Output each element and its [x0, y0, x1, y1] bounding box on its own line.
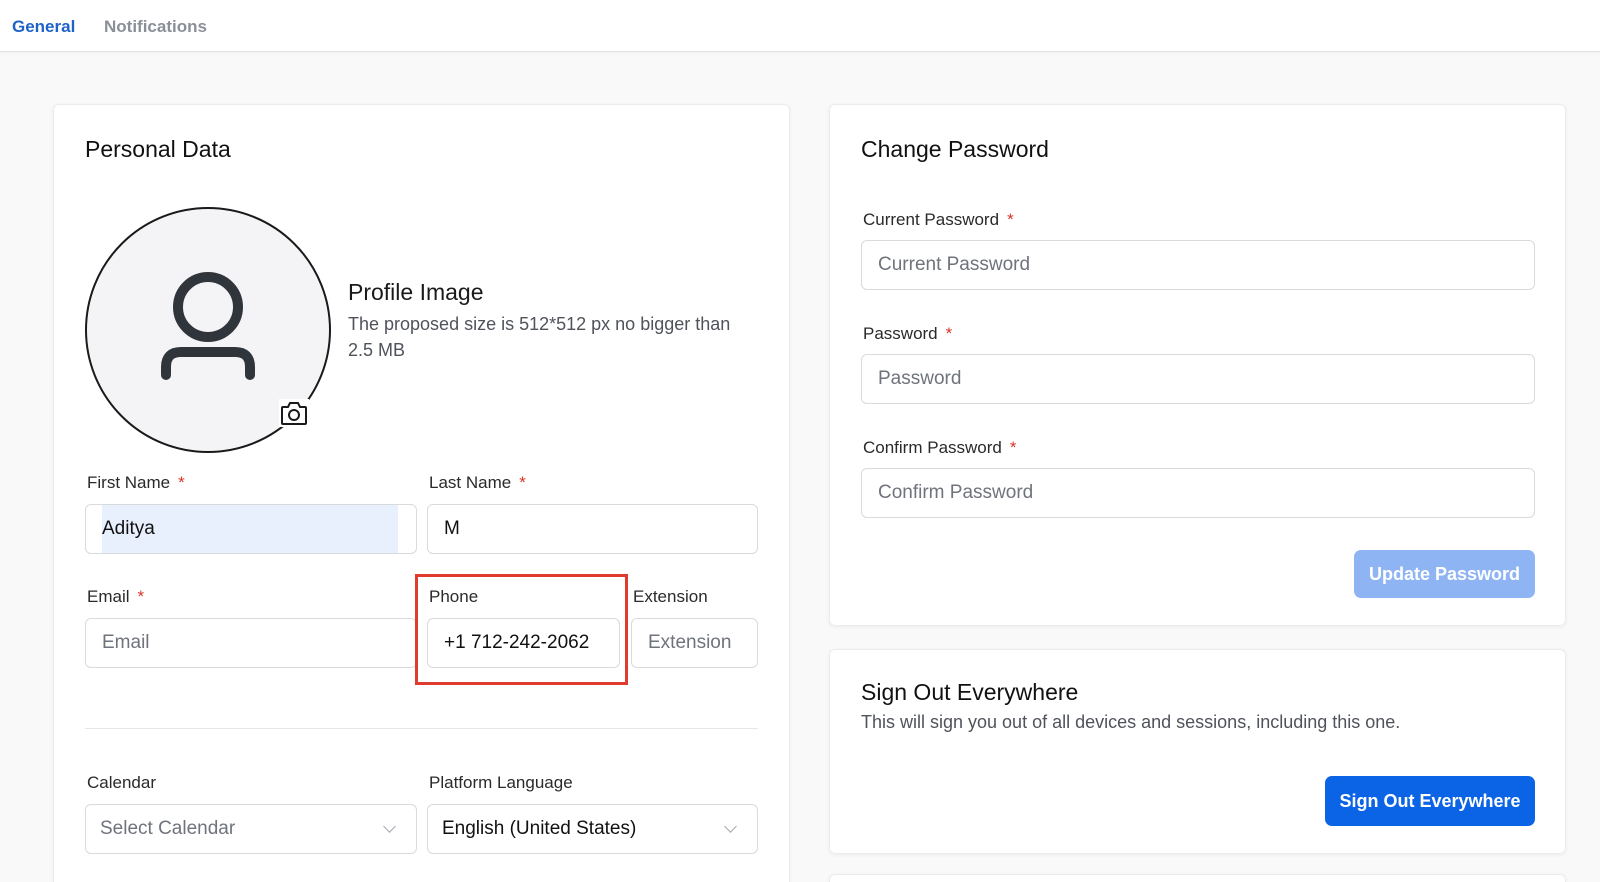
sign-out-title: Sign Out Everywhere — [861, 679, 1079, 705]
confirm-password-label: Confirm Password * — [863, 438, 1017, 457]
first-name-input[interactable] — [85, 504, 417, 554]
tab-general[interactable]: General — [12, 17, 75, 37]
last-name-label: Last Name * — [429, 473, 526, 492]
sign-out-description: This will sign you out of all devices an… — [861, 712, 1401, 732]
phone-highlight-box — [415, 574, 628, 685]
calendar-label: Calendar — [87, 773, 156, 792]
current-password-input[interactable] — [861, 240, 1535, 290]
calendar-select[interactable]: Select Calendar — [85, 804, 417, 854]
profile-image-description: The proposed size is 512*512 px no bigge… — [348, 314, 731, 360]
password-input[interactable] — [861, 354, 1535, 404]
platform-language-select[interactable]: English (United States) — [427, 804, 758, 854]
required-marker: * — [137, 587, 145, 606]
email-label: Email * — [87, 587, 145, 606]
email-input[interactable] — [85, 618, 417, 668]
last-name-input[interactable] — [427, 504, 758, 554]
calendar-value: Select Calendar — [100, 818, 236, 839]
chevron-down-icon — [383, 819, 396, 833]
required-marker: * — [519, 473, 526, 492]
extension-input[interactable] — [631, 618, 758, 668]
camera-icon[interactable] — [279, 399, 309, 427]
extension-label: Extension — [633, 587, 708, 606]
personal-data-title: Personal Data — [85, 136, 231, 162]
section-divider — [85, 728, 758, 729]
current-password-label: Current Password * — [863, 210, 1014, 229]
required-marker: * — [945, 324, 953, 343]
first-name-label: First Name * — [87, 473, 185, 492]
required-marker: * — [1009, 438, 1017, 457]
platform-language-value: English (United States) — [442, 818, 637, 839]
platform-language-label: Platform Language — [429, 773, 573, 792]
required-marker: * — [178, 473, 185, 492]
password-label: Password * — [863, 324, 953, 343]
sign-out-everywhere-button[interactable]: Sign Out Everywhere — [1325, 776, 1535, 826]
tab-bar: General Notifications — [0, 0, 1600, 52]
tab-notifications[interactable]: Notifications — [104, 17, 207, 37]
required-marker: * — [1007, 210, 1014, 229]
next-card-edge — [829, 874, 1566, 882]
confirm-password-input[interactable] — [861, 468, 1535, 518]
profile-image-title: Profile Image — [348, 279, 484, 305]
update-password-button[interactable]: Update Password — [1354, 550, 1535, 598]
change-password-title: Change Password — [861, 136, 1049, 162]
chevron-down-icon — [724, 819, 737, 833]
